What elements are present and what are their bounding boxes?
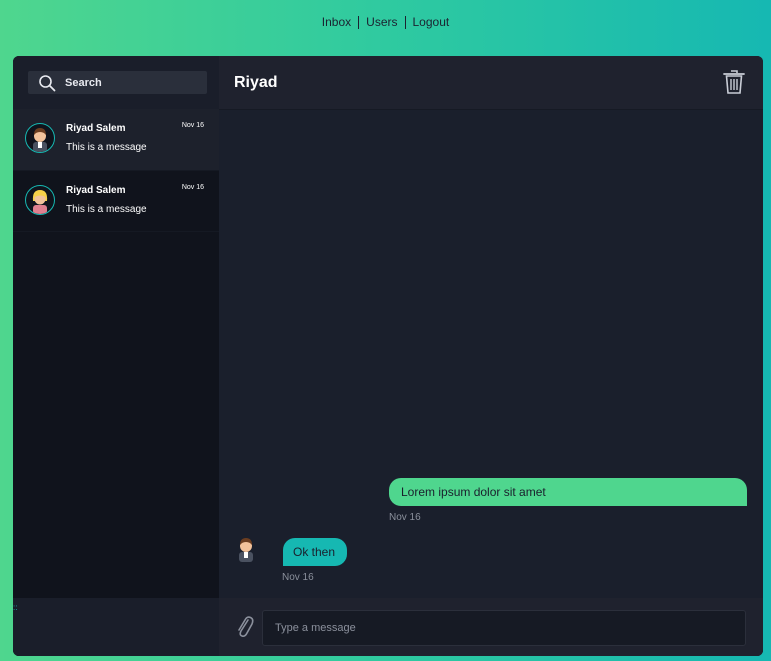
man-avatar-icon: [239, 538, 253, 562]
conversation-date: Nov 16: [181, 184, 204, 191]
sidebar-footer: ::: [13, 598, 219, 656]
chat-panel: Riyad Lorem ipsum dolor sit amet Nov 16 …: [219, 56, 763, 656]
conversation-name: Riyad Salem: [66, 185, 126, 196]
conversation-preview: This is a message: [66, 142, 147, 153]
trash-icon[interactable]: [723, 69, 745, 95]
nav-users-link[interactable]: Users: [359, 15, 404, 29]
search-bar: Search: [13, 56, 219, 109]
top-nav: Inbox Users Logout: [0, 15, 771, 29]
sidebar: Search Riyad Salem Nov 16 This is a mess…: [13, 56, 219, 656]
conversation-date: Nov 16: [181, 122, 204, 129]
paperclip-icon[interactable]: [235, 614, 255, 640]
search-input[interactable]: Search: [28, 71, 207, 94]
chat-title: Riyad: [234, 74, 278, 91]
chat-app: Search Riyad Salem Nov 16 This is a mess…: [13, 56, 763, 656]
incoming-message-bubble: Ok then: [283, 538, 347, 566]
woman-avatar-icon: [25, 185, 55, 215]
outgoing-message-bubble: Lorem ipsum dolor sit amet: [389, 478, 747, 506]
man-avatar-icon: [25, 123, 55, 153]
message-composer: [219, 598, 763, 656]
message-timestamp: Nov 16: [282, 572, 314, 583]
message-timestamp: Nov 16: [389, 512, 421, 523]
conversation-name: Riyad Salem: [66, 123, 126, 134]
search-icon: [39, 74, 56, 91]
chat-header: Riyad: [219, 56, 763, 110]
nav-logout-link[interactable]: Logout: [406, 15, 457, 29]
message-input[interactable]: [262, 610, 746, 646]
search-label: Search: [65, 76, 102, 89]
sidebar-footer-mark: ::: [13, 603, 18, 612]
conversation-item[interactable]: Riyad Salem Nov 16 This is a message: [13, 171, 219, 232]
conversation-item[interactable]: Riyad Salem Nov 16 This is a message: [13, 109, 219, 171]
conversation-preview: This is a message: [66, 204, 147, 215]
nav-inbox-link[interactable]: Inbox: [315, 15, 358, 29]
